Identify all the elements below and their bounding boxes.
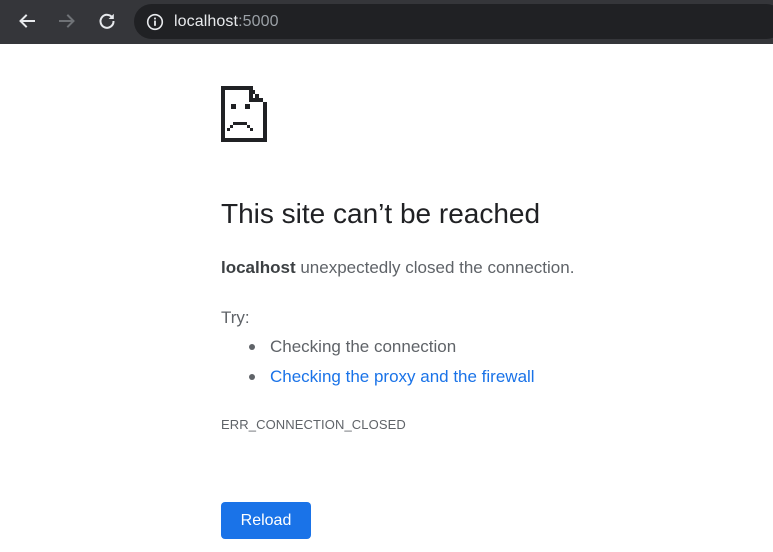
suggestion-check-connection: Checking the connection <box>270 337 457 356</box>
error-host: localhost <box>221 258 296 277</box>
reload-page-button[interactable] <box>92 6 122 36</box>
reload-button[interactable]: Reload <box>221 502 311 539</box>
error-message: localhost unexpectedly closed the connec… <box>221 258 574 278</box>
suggestions-list: Checking the connection Checking the pro… <box>221 336 535 396</box>
error-description: unexpectedly closed the connection. <box>295 258 575 277</box>
suggestion-check-proxy-firewall-link[interactable]: Checking the proxy and the firewall <box>270 367 535 386</box>
browser-toolbar: localhost:5000 <box>0 0 773 44</box>
error-code: ERR_CONNECTION_CLOSED <box>221 417 406 432</box>
list-item: Checking the connection <box>221 336 535 366</box>
info-icon[interactable] <box>146 13 164 31</box>
arrow-left-icon <box>19 14 35 28</box>
url-host: localhost <box>174 12 239 30</box>
page-title: This site can’t be reached <box>221 198 541 229</box>
forward-button[interactable] <box>52 6 82 36</box>
list-item: Checking the proxy and the firewall <box>221 366 535 396</box>
url-port: :5000 <box>238 12 279 30</box>
url-text: localhost:5000 <box>174 13 279 31</box>
sad-document-icon <box>221 86 267 142</box>
try-label: Try: <box>221 308 250 327</box>
back-button[interactable] <box>12 6 42 36</box>
reload-icon <box>99 13 115 29</box>
error-icon-container <box>221 86 761 142</box>
address-bar[interactable]: localhost:5000 <box>134 4 773 39</box>
arrow-right-icon <box>59 14 75 28</box>
